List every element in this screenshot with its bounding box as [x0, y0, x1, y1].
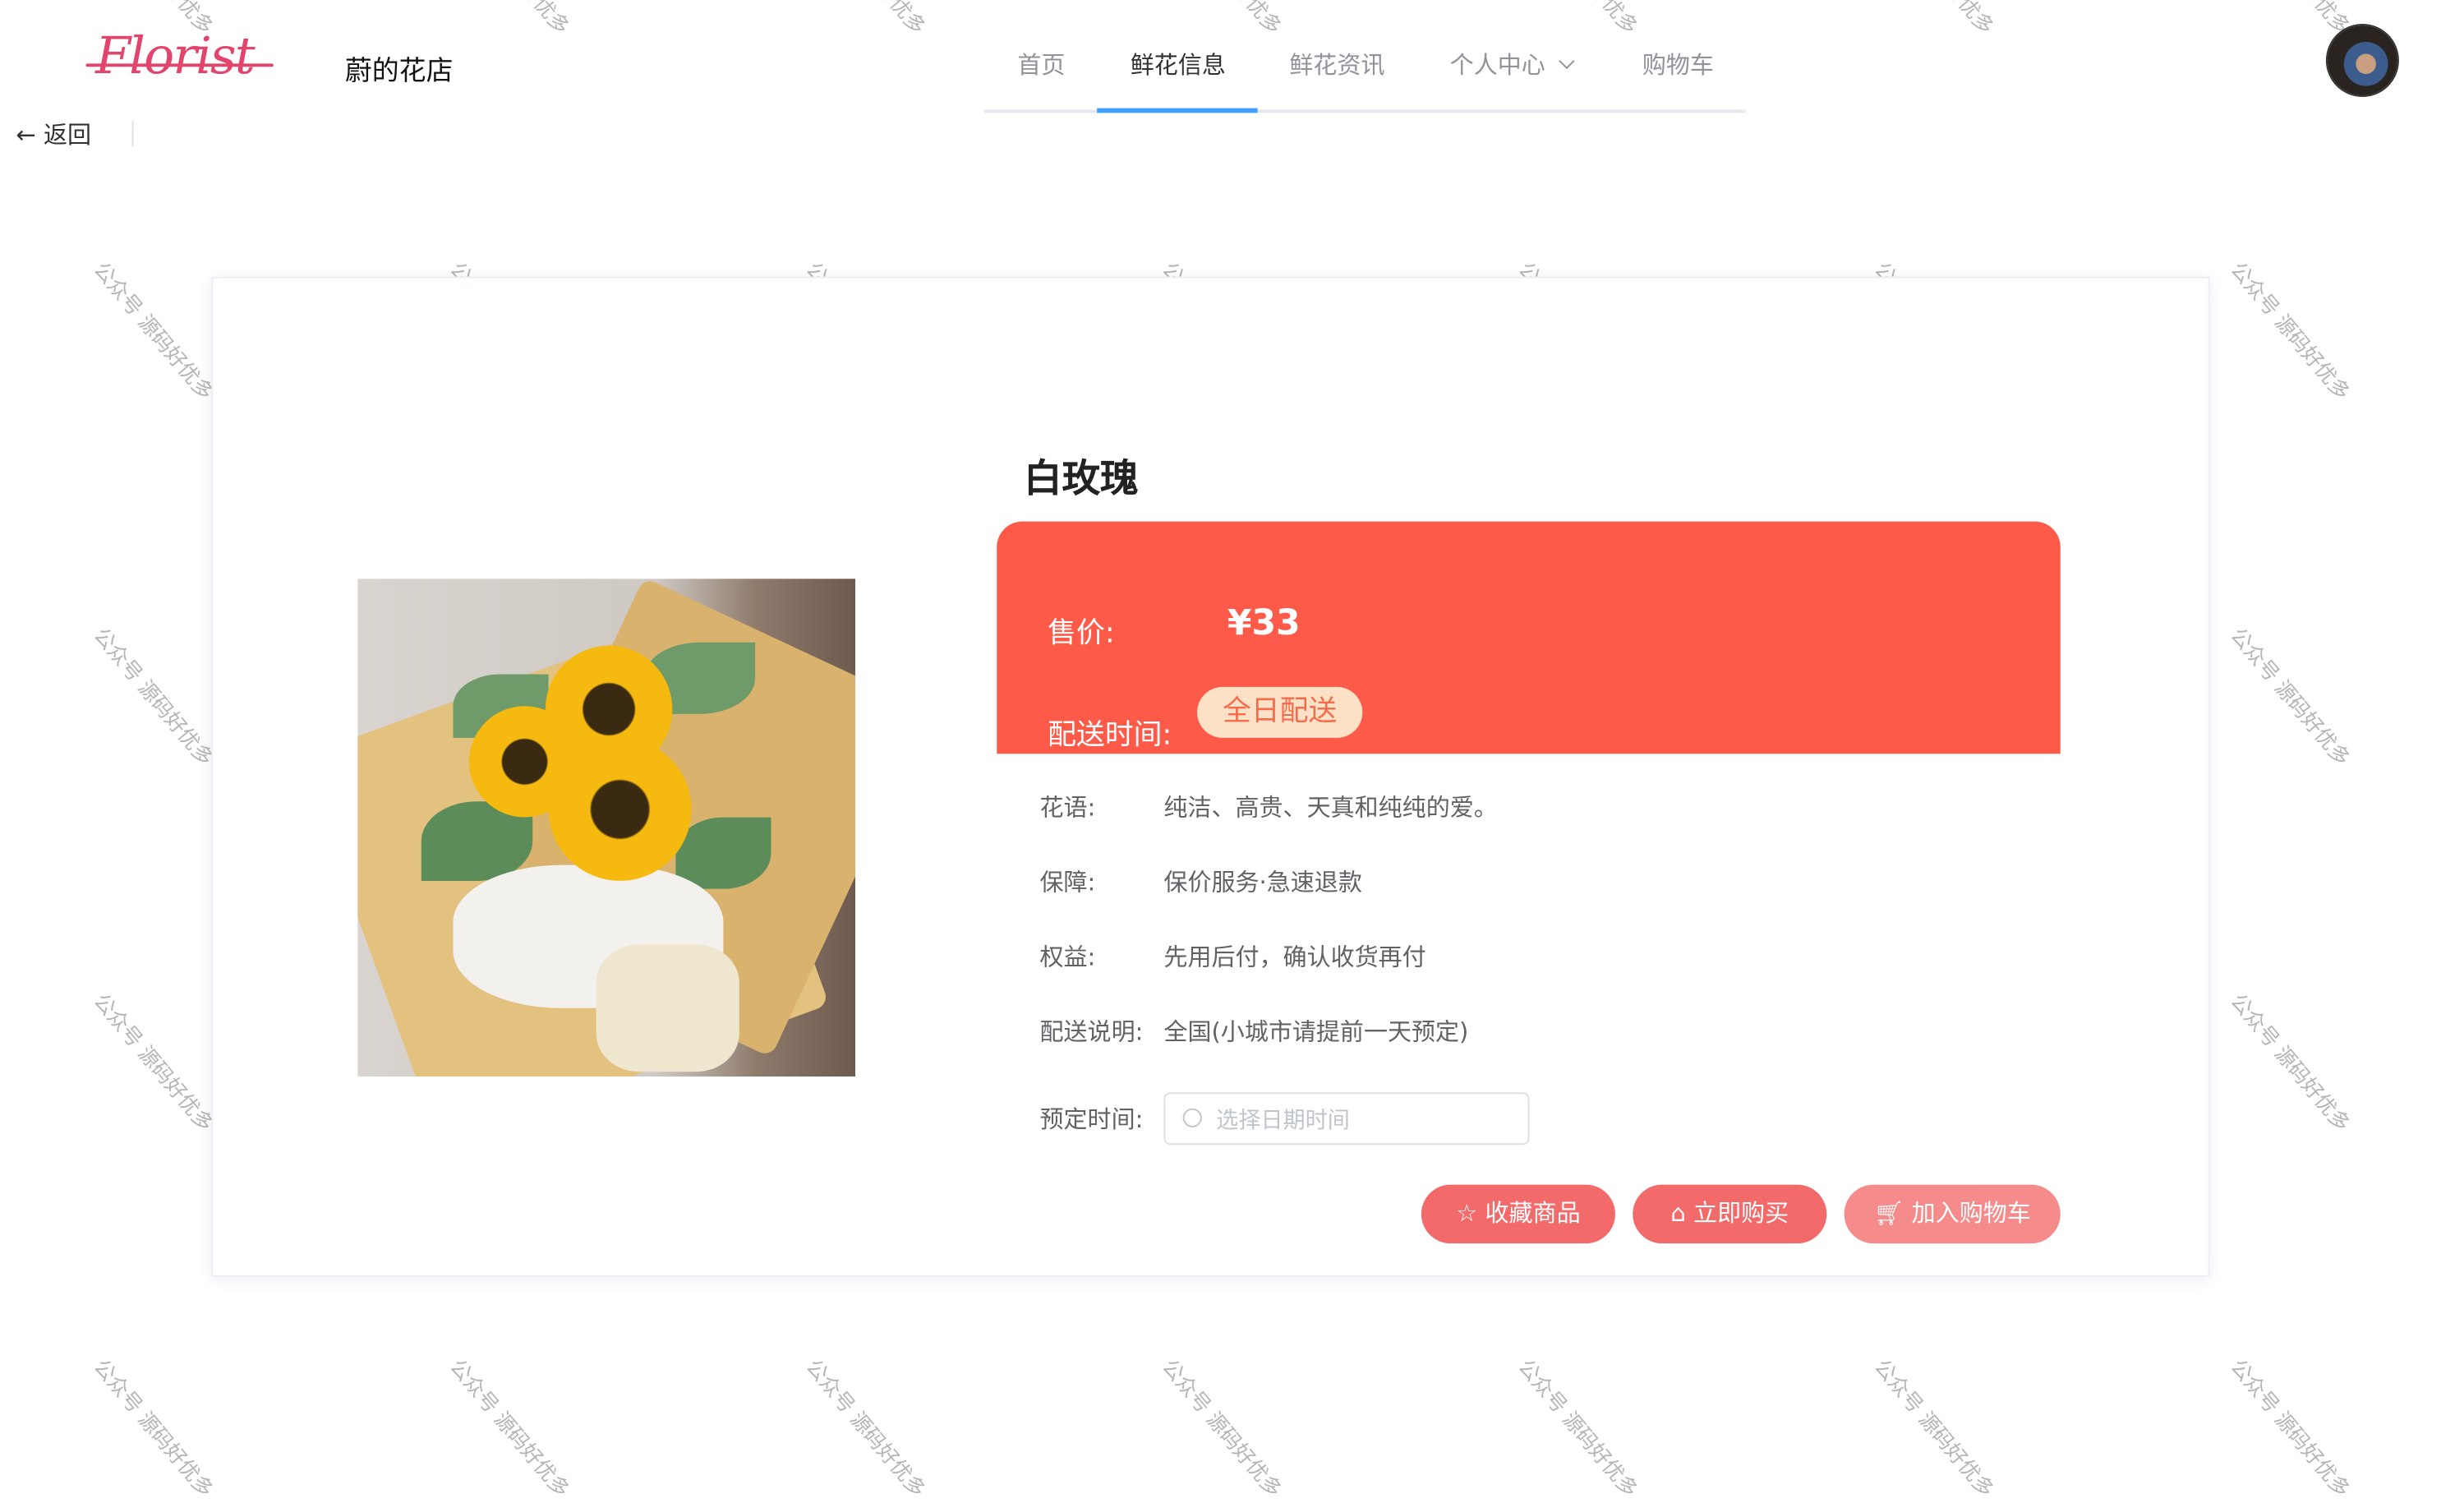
watermark: 公众号 源码好优多 — [1868, 1355, 1998, 1503]
watermark: 公众号 源码好优多 — [2224, 1355, 2354, 1503]
shop-name: 蔚的花店 — [344, 55, 454, 88]
nav-flower-info[interactable]: 鲜花信息 — [1131, 48, 1226, 81]
delivery-note-value: 全国(小城市请提前一天预定) — [1163, 1017, 1469, 1047]
favorite-button[interactable]: ☆ 收藏商品 — [1421, 1184, 1615, 1244]
divider — [131, 121, 134, 147]
watermark: 公众号 源码好优多 — [1868, 0, 2002, 39]
add-to-cart-button[interactable]: 🛒︎ 加入购物车 — [1844, 1184, 2061, 1244]
reserve-datetime-placeholder: 选择日期时间 — [1216, 1108, 1350, 1134]
watermark: 公众号 源码好优多 — [1513, 1355, 1642, 1503]
nav-personal-center-label: 个人中心 — [1449, 50, 1545, 80]
nav-cart[interactable]: 购物车 — [1642, 48, 1714, 81]
buy-now-button[interactable]: ⌂ 立即购买 — [1633, 1184, 1827, 1244]
guarantee-value: 保价服务·急速退款 — [1163, 868, 1362, 897]
nav-home[interactable]: 首页 — [1017, 48, 1065, 81]
cart-icon: 🛒︎ — [1873, 1198, 1904, 1228]
watermark: 公众号 源码好优多 — [88, 258, 218, 406]
price-value: ¥33 — [1227, 604, 1301, 644]
watermark: 公众号 源码好优多 — [88, 1355, 218, 1503]
price-label: 售价: — [1048, 616, 1115, 651]
delivery-time-badge: 全日配送 — [1197, 686, 1363, 738]
watermark: 公众号 源码好优多 — [1157, 0, 1291, 39]
watermark: 公众号 源码好优多 — [88, 624, 218, 772]
nav-personal-center[interactable]: 个人中心 — [1449, 48, 1575, 81]
benefits-value: 先用后付，确认收货再付 — [1163, 943, 1426, 972]
chevron-down-icon — [1559, 53, 1575, 70]
bag-icon: ⌂ — [1670, 1198, 1686, 1228]
add-to-cart-button-label: 加入购物车 — [1911, 1198, 2031, 1228]
benefits-label: 权益: — [1039, 943, 1096, 972]
reserve-time-label: 预定时间: — [1039, 1104, 1144, 1134]
guarantee-label: 保障: — [1039, 868, 1096, 897]
watermark: 公众号 源码好优多 — [444, 0, 578, 39]
watermark: 公众号 源码好优多 — [1156, 1355, 1286, 1503]
watermark: 公众号 源码好优多 — [2224, 258, 2354, 406]
watermark: 公众号 源码好优多 — [800, 1355, 929, 1503]
flower-language-value: 纯洁、高贵、天真和纯纯的爱。 — [1163, 793, 1498, 823]
buy-now-button-label: 立即购买 — [1693, 1198, 1789, 1228]
favorite-button-label: 收藏商品 — [1485, 1198, 1581, 1228]
watermark: 公众号 源码好优多 — [800, 0, 934, 39]
flower-language-label: 花语: — [1039, 793, 1096, 823]
delivery-note-label: 配送说明: — [1039, 1017, 1144, 1047]
delivery-time-label: 配送时间: — [1048, 718, 1172, 753]
florist-logo[interactable]: Florist — [85, 25, 272, 85]
watermark: 公众号 源码好优多 — [88, 989, 218, 1137]
watermark: 公众号 源码好优多 — [444, 1355, 573, 1503]
back-label: 返回 — [43, 121, 92, 150]
watermark: 公众号 源码好优多 — [2224, 989, 2354, 1137]
nav-active-indicator — [1097, 108, 1258, 113]
watermark: 公众号 源码好优多 — [2224, 624, 2354, 772]
star-icon: ☆ — [1456, 1198, 1478, 1228]
clock-icon — [1182, 1108, 1202, 1127]
nav-flower-news[interactable]: 鲜花资讯 — [1289, 48, 1384, 81]
arrow-left-icon: ← — [16, 121, 36, 150]
avatar[interactable] — [2327, 25, 2397, 96]
product-image — [357, 579, 856, 1077]
back-button[interactable]: ← 返回 — [16, 118, 91, 151]
watermark: 公众号 源码好优多 — [1513, 0, 1647, 39]
reserve-datetime-input[interactable]: 选择日期时间 — [1163, 1092, 1530, 1146]
product-title: 白玫瑰 — [1024, 456, 1139, 501]
